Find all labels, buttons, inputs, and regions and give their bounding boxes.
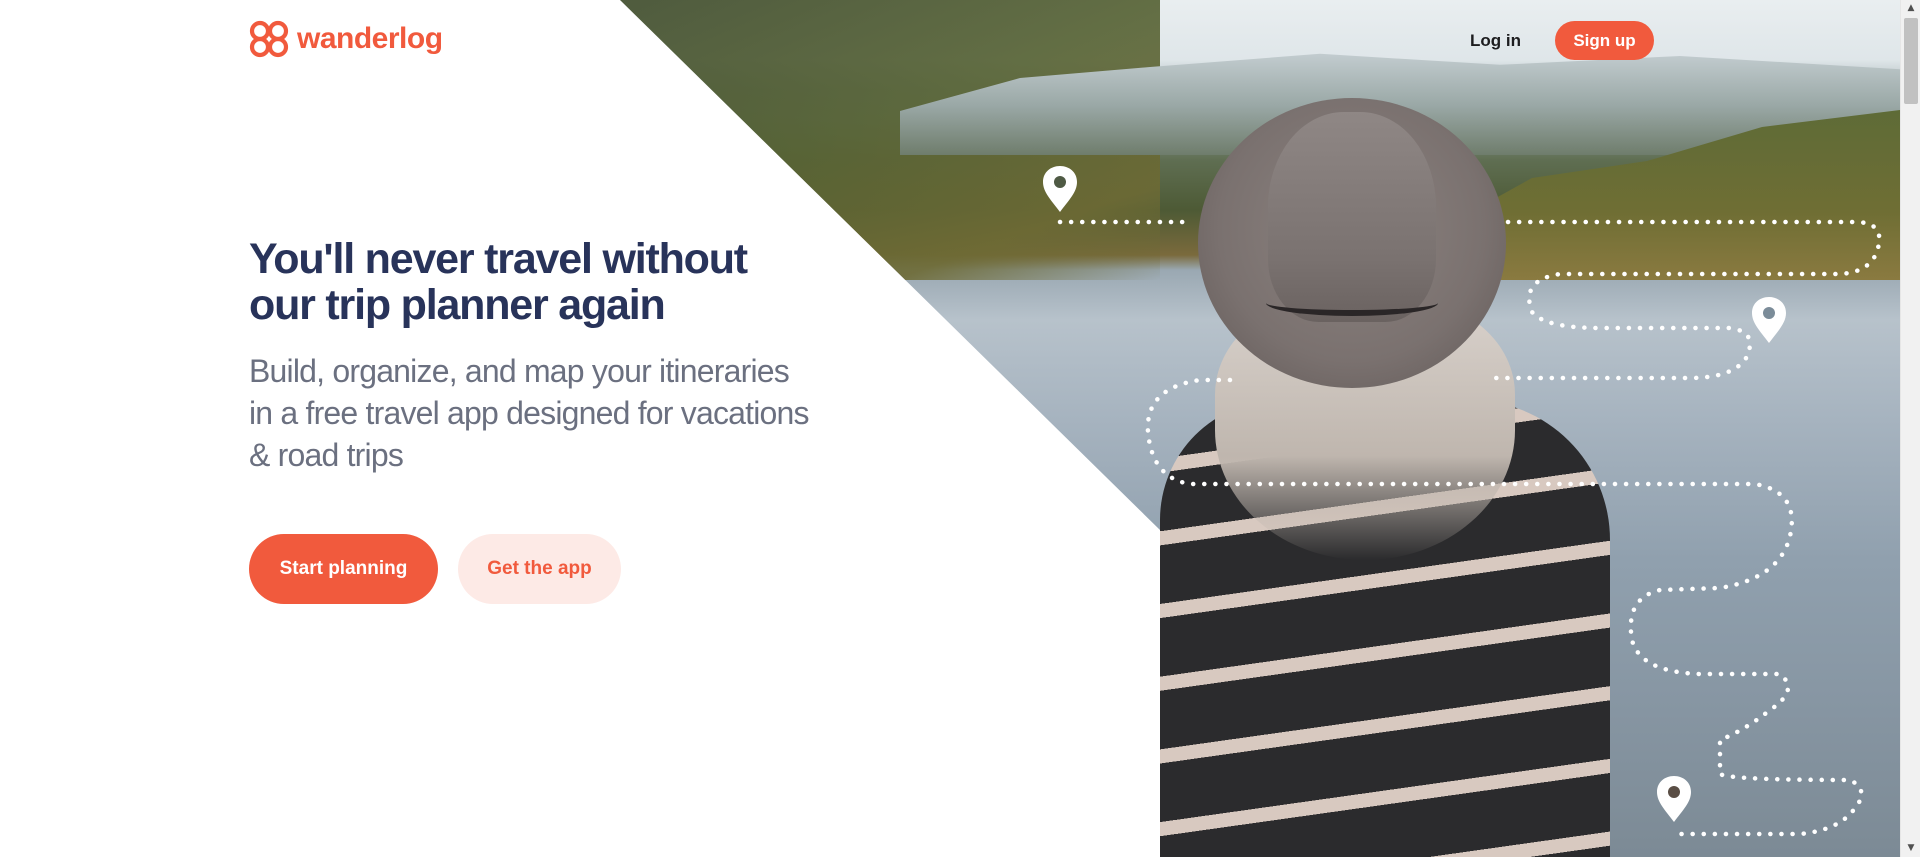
scroll-up-arrow-icon[interactable]: ▲ [1901, 0, 1920, 17]
cta-row: Start planning Get the app [249, 534, 621, 604]
traveler-hat-band [1266, 290, 1438, 316]
hero-title: You'll never travel without our trip pla… [249, 236, 839, 328]
hero-subtitle-line-2: in a free travel app designed for vacati… [249, 395, 810, 431]
wanderlog-logo-icon [249, 20, 289, 58]
scrollbar-thumb[interactable] [1904, 18, 1918, 104]
login-link[interactable]: Log in [1462, 23, 1529, 59]
start-planning-button[interactable]: Start planning [249, 534, 438, 604]
hero-subtitle-line-1: Build, organize, and map your itinerarie… [249, 353, 790, 389]
hero-text: You'll never travel without our trip pla… [249, 236, 839, 476]
hero-subtitle-line-3: & road trips [249, 437, 404, 473]
hero-title-line-1: You'll never travel without [249, 235, 748, 283]
get-the-app-button[interactable]: Get the app [458, 534, 621, 604]
scroll-down-arrow-icon[interactable]: ▼ [1901, 840, 1920, 857]
landing-page: wanderlog Log in Sign up You'll never tr… [0, 0, 1920, 857]
signup-button[interactable]: Sign up [1554, 21, 1654, 60]
page-scrollbar[interactable]: ▲ ▼ [1900, 0, 1920, 857]
hero-subtitle: Build, organize, and map your itinerarie… [249, 350, 839, 476]
header-actions: Log in Sign up [1462, 21, 1654, 60]
wanderlog-logo[interactable]: wanderlog [249, 20, 443, 58]
brand-name: wanderlog [297, 22, 443, 55]
hero-title-line-2: our trip planner again [249, 281, 666, 329]
